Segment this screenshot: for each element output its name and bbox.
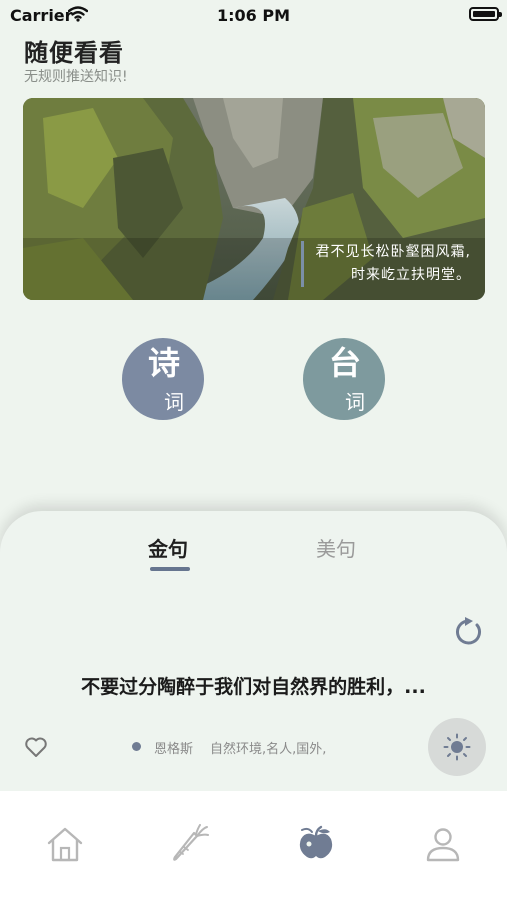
sun-icon bbox=[443, 733, 471, 761]
poetry-category-big-char: 诗 bbox=[148, 344, 181, 382]
lines-category-button[interactable]: 台 词 bbox=[303, 338, 385, 420]
profile-icon[interactable] bbox=[423, 824, 463, 864]
carrot-icon[interactable] bbox=[170, 824, 210, 864]
tab-beautiful-sentences[interactable]: 美句 bbox=[316, 533, 356, 562]
tab-golden-sentences[interactable]: 金句 bbox=[148, 533, 188, 562]
quote-line-2: 时来屹立扶明堂。 bbox=[351, 267, 471, 283]
poetry-category-button[interactable]: 诗 词 bbox=[122, 338, 204, 420]
author-name: 恩格斯 bbox=[154, 742, 194, 757]
quote-tags: 自然环境,名人,国外, bbox=[210, 742, 327, 757]
fruit-icon[interactable] bbox=[296, 824, 336, 864]
page-title: 随便看看 bbox=[24, 39, 124, 67]
lines-category-small-char: 词 bbox=[345, 390, 365, 414]
theme-toggle-button[interactable] bbox=[428, 718, 486, 776]
quote-line-1: 君不见长松卧壑困风霜, bbox=[315, 244, 471, 260]
poetry-category-small-char: 词 bbox=[164, 390, 184, 414]
page-subtitle: 无规则推送知识! bbox=[24, 69, 128, 85]
status-bar: Carrier 1:06 PM bbox=[0, 0, 507, 30]
heart-icon[interactable] bbox=[24, 736, 48, 758]
author-dot bbox=[132, 742, 141, 751]
lines-category-big-char: 台 bbox=[329, 344, 362, 382]
quote-sentence[interactable]: 不要过分陶醉于我们对自然界的胜利，... bbox=[0, 672, 507, 699]
battery-icon bbox=[469, 7, 502, 21]
clock: 1:06 PM bbox=[216, 6, 290, 25]
banner-quote: 君不见长松卧壑困风霜, 时来屹立扶明堂。 bbox=[300, 241, 471, 287]
banner-image[interactable]: 君不见长松卧壑困风霜, 时来屹立扶明堂。 bbox=[23, 98, 485, 300]
tab-indicator bbox=[150, 567, 190, 571]
home-icon[interactable] bbox=[45, 824, 85, 864]
refresh-icon[interactable] bbox=[454, 617, 484, 647]
